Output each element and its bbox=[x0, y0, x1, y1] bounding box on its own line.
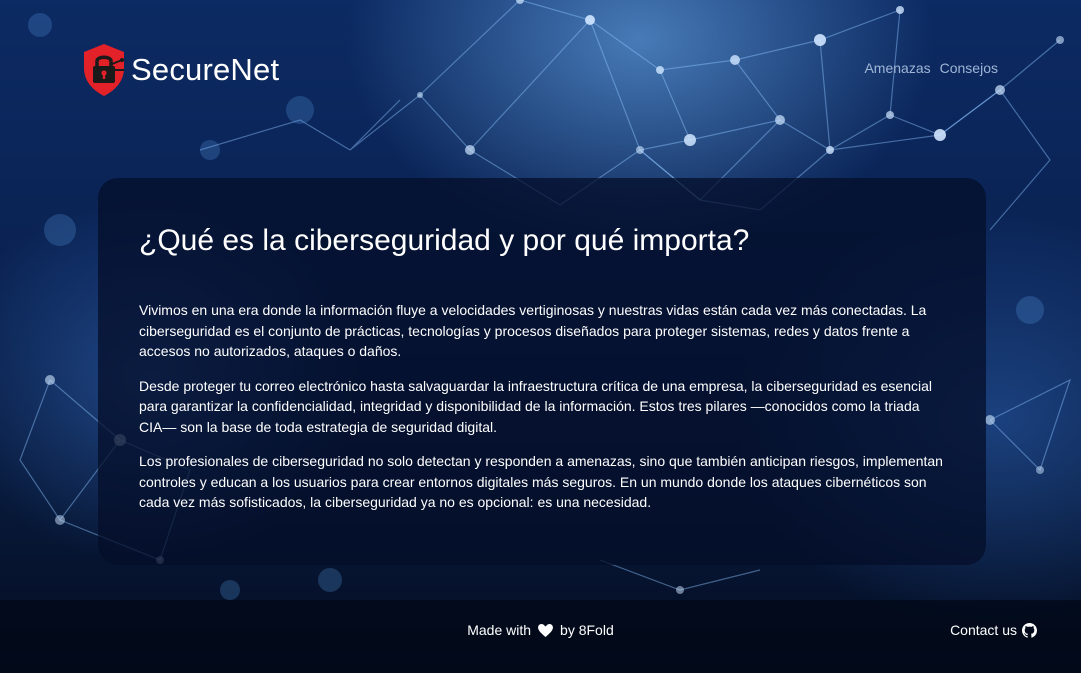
contact-us-link[interactable]: Contact us bbox=[950, 622, 1037, 638]
page-title: ¿Qué es la ciberseguridad y por qué impo… bbox=[139, 224, 750, 257]
heart-icon bbox=[538, 623, 553, 637]
content-card: ¿Qué es la ciberseguridad y por qué impo… bbox=[98, 178, 986, 565]
shield-lock-icon bbox=[84, 44, 124, 96]
contact-us-label: Contact us bbox=[950, 622, 1017, 638]
made-with-prefix: Made with bbox=[467, 622, 532, 638]
made-with-credit: Made with by 8Fold bbox=[0, 622, 1081, 638]
brand-logo-link[interactable]: SecureNet bbox=[82, 42, 279, 97]
nav-item-amenazas[interactable]: Amenazas bbox=[864, 60, 930, 76]
site-footer: Made with by 8Fold Contact us bbox=[0, 600, 1081, 673]
made-with-suffix: by 8Fold bbox=[560, 622, 614, 638]
paragraph-2: Desde proteger tu correo electrónico has… bbox=[139, 377, 932, 435]
site-header: SecureNet Amenazas Consejos bbox=[0, 0, 1081, 130]
nav-item-consejos[interactable]: Consejos bbox=[940, 60, 998, 76]
main-nav: Amenazas Consejos bbox=[864, 60, 998, 76]
github-icon bbox=[1022, 622, 1037, 638]
paragraph-1: Vivimos en una era donde la información … bbox=[139, 302, 927, 359]
paragraph-3: Los profesionales de ciberseguridad no s… bbox=[139, 453, 943, 510]
brand-name: SecureNet bbox=[131, 52, 280, 87]
page: SecureNet Amenazas Consejos ¿Qué es la c… bbox=[0, 0, 1081, 673]
